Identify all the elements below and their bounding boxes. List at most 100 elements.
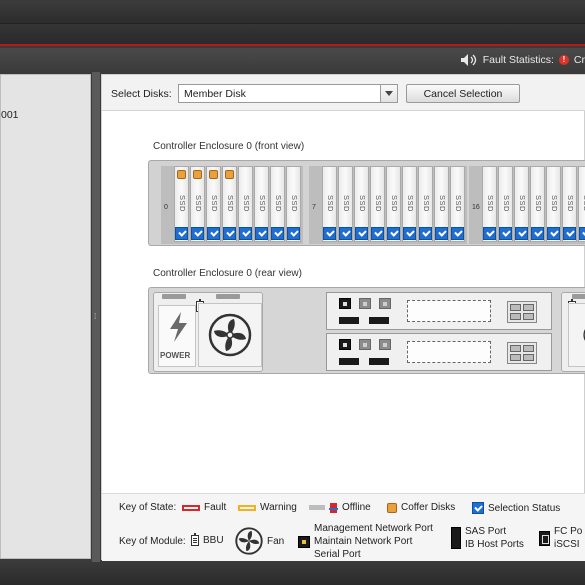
- management-port-icon[interactable]: [339, 298, 351, 309]
- maintain-port-icon[interactable]: [359, 298, 371, 309]
- disk-slot[interactable]: SSD: [222, 166, 237, 242]
- selection-check-icon[interactable]: [547, 227, 560, 240]
- selection-check-icon[interactable]: [579, 227, 585, 240]
- select-disks-dropdown[interactable]: Member Disk: [178, 84, 398, 103]
- sas-port-group[interactable]: [507, 301, 537, 323]
- disk-type-label: SSD: [422, 195, 431, 212]
- disk-slot[interactable]: SSD: [434, 166, 449, 242]
- disk-slot[interactable]: SSD: [354, 166, 369, 242]
- select-disks-value: Member Disk: [184, 88, 246, 100]
- serial-port-icon[interactable]: [369, 317, 389, 324]
- legend-fc-iscsi-ports: FC Po iSCSI: [539, 525, 582, 551]
- selection-check-icon[interactable]: [531, 227, 544, 240]
- disk-slot[interactable]: SSD: [402, 166, 417, 242]
- serial-port-icon[interactable]: [339, 358, 359, 365]
- fault-statistics[interactable]: Fault Statistics: ! Cr: [460, 52, 585, 68]
- psu-latch[interactable]: [216, 294, 240, 299]
- disk-slot[interactable]: SSD: [190, 166, 205, 242]
- selection-check-icon[interactable]: [563, 227, 576, 240]
- maintain-port-icon[interactable]: [379, 298, 391, 309]
- disk-slot[interactable]: SSD: [254, 166, 269, 242]
- disk-slot[interactable]: SSD: [482, 166, 497, 242]
- disk-slot[interactable]: SSD: [174, 166, 189, 242]
- selection-check-icon[interactable]: [435, 227, 448, 240]
- maintain-port-icon[interactable]: [359, 339, 371, 350]
- rear-enclosure: POWER: [148, 287, 585, 374]
- disk-type-label: SSD: [550, 195, 559, 212]
- disk-slot[interactable]: SSD: [450, 166, 465, 242]
- serial-port-icon[interactable]: [339, 317, 359, 324]
- serial-port-icon[interactable]: [369, 358, 389, 365]
- disk-slot[interactable]: SSD: [386, 166, 401, 242]
- disk-slot[interactable]: SSD: [418, 166, 433, 242]
- select-disks-label: Select Disks:: [111, 88, 172, 100]
- sas-port-group[interactable]: [507, 342, 537, 364]
- disk-slot[interactable]: SSD: [562, 166, 577, 242]
- disk-slot[interactable]: SSD: [546, 166, 561, 242]
- fan-icon: [208, 313, 252, 357]
- speaker-icon[interactable]: [460, 53, 478, 67]
- legend-fault: Fault: [182, 502, 226, 513]
- chevron-down-icon[interactable]: [380, 85, 397, 102]
- fan-module[interactable]: [568, 303, 585, 367]
- cancel-selection-button[interactable]: Cancel Selection: [406, 84, 520, 103]
- management-port-icon[interactable]: [339, 339, 351, 350]
- fault-statistics-value[interactable]: Cr: [574, 54, 585, 66]
- disk-slot[interactable]: SSD: [514, 166, 529, 242]
- legend-fault-label: Fault: [204, 502, 227, 513]
- selection-check-icon[interactable]: [239, 227, 252, 240]
- selection-check-icon[interactable]: [499, 227, 512, 240]
- power-module-left[interactable]: POWER: [153, 292, 263, 372]
- selection-check-icon[interactable]: [323, 227, 336, 240]
- disk-slot[interactable]: SSD: [270, 166, 285, 242]
- psu-latch[interactable]: [162, 294, 186, 299]
- selection-check-icon[interactable]: [175, 227, 188, 240]
- tree-item[interactable]: 001: [1, 109, 19, 121]
- power-bolt-icon: [170, 312, 187, 342]
- legend-sas-ib-text: SAS Port IB Host Ports: [465, 525, 524, 551]
- selection-check-icon[interactable]: [287, 227, 300, 240]
- disk-slot[interactable]: SSD: [338, 166, 353, 242]
- disk-slot[interactable]: SSD: [370, 166, 385, 242]
- disk-type-label: SSD: [518, 195, 527, 212]
- maintain-port-icon[interactable]: [379, 339, 391, 350]
- power-label: POWER: [160, 351, 191, 360]
- selection-check-icon[interactable]: [371, 227, 384, 240]
- disk-slot[interactable]: SSD: [322, 166, 337, 242]
- disk-type-label: SSD: [358, 195, 367, 212]
- controller-module-b[interactable]: [326, 333, 552, 371]
- selection-check-icon[interactable]: [255, 227, 268, 240]
- legend-network-ports: Management Network Port Maintain Network…: [298, 522, 433, 561]
- splitter-grip-icon[interactable]: ⁞: [94, 312, 96, 321]
- power-module-right[interactable]: [561, 292, 585, 372]
- legend-sas-ib-ports: SAS Port IB Host Ports: [451, 525, 524, 551]
- selection-check-icon[interactable]: [515, 227, 528, 240]
- management-port-icon: [298, 535, 310, 548]
- disk-slot[interactable]: SSD: [286, 166, 301, 242]
- selection-check-icon[interactable]: [191, 227, 204, 240]
- selection-check-icon[interactable]: [451, 227, 464, 240]
- key-of-module-label: Key of Module:: [119, 536, 186, 547]
- selection-check-icon[interactable]: [339, 227, 352, 240]
- panel-splitter[interactable]: ⁞: [92, 72, 100, 562]
- selection-check-icon[interactable]: [419, 227, 432, 240]
- selection-check-icon[interactable]: [207, 227, 220, 240]
- disk-type-label: SSD: [438, 195, 447, 212]
- selection-check-icon[interactable]: [271, 227, 284, 240]
- legend-selection-label: Selection Status: [488, 502, 561, 514]
- navigation-tree-panel: 001: [0, 74, 91, 559]
- selection-check-icon[interactable]: [355, 227, 368, 240]
- disk-slot[interactable]: SSD: [498, 166, 513, 242]
- disk-slot[interactable]: SSD: [206, 166, 221, 242]
- selection-check-icon[interactable]: [403, 227, 416, 240]
- disk-slot[interactable]: SSD: [238, 166, 253, 242]
- selection-check-icon[interactable]: [387, 227, 400, 240]
- front-enclosure: 0 SSD SSD SSD SSD SSD SSD SSD SSD 7 SSD SSD SSD SSD SS…: [148, 160, 585, 246]
- disk-slot[interactable]: SSD: [578, 166, 585, 242]
- controller-module-a[interactable]: [326, 292, 552, 330]
- selection-check-icon[interactable]: [223, 227, 236, 240]
- selection-check-icon[interactable]: [483, 227, 496, 240]
- fan-module[interactable]: [198, 303, 262, 367]
- psu-latch[interactable]: [572, 294, 585, 299]
- disk-slot[interactable]: SSD: [530, 166, 545, 242]
